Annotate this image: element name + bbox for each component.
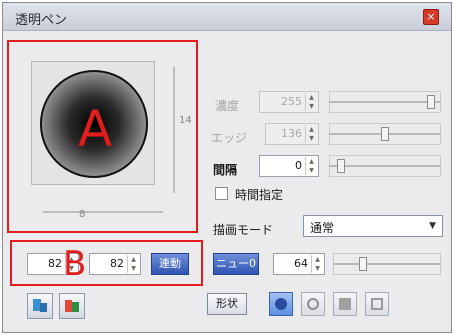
edge-spinner[interactable]: 136 ▲ ▼ [265,123,319,145]
annotation-label-b: B [63,244,87,284]
pen-tool-icon[interactable] [27,293,53,319]
time-spec-label: 時間指定 [235,188,284,202]
spin-arrows-icon[interactable]: ▲ ▼ [305,125,317,143]
slider-thumb[interactable] [359,257,367,271]
shape-label: 形状 [207,293,247,315]
edge-label: エッジ [211,131,248,145]
circle-glyph [275,298,287,310]
new-button[interactable]: ニュー0 [213,253,259,275]
slider-thumb[interactable] [427,95,435,109]
density-label: 濃度 [215,99,240,113]
new-slider[interactable] [333,253,441,275]
slider-thumb[interactable] [381,127,389,141]
density-slider[interactable] [329,91,441,113]
circle-shape-icon[interactable] [269,292,293,316]
slider-thumb[interactable] [337,159,345,173]
interval-slider[interactable] [329,155,441,177]
title-bar: 透明ペン × [3,3,451,31]
slider-track [333,263,441,265]
dropdown-arrow-icon: ▼ [429,221,436,231]
slider-track [329,101,441,103]
new-value-spinner[interactable]: 64 ▲ ▼ [273,253,325,275]
ring-glyph [307,298,319,310]
outline-square-glyph [371,298,383,310]
draw-mode-label: 描画モード [213,223,274,237]
square-glyph [339,298,351,310]
density-spinner[interactable]: 255 ▲ ▼ [259,91,319,113]
interval-value: 0 [295,159,302,172]
draw-mode-select[interactable]: 通常 ▼ [303,215,443,237]
interval-spinner[interactable]: 0 ▲ ▼ [259,155,319,177]
outline-square-shape-icon[interactable] [365,292,389,316]
color-tool-icon[interactable] [59,293,85,319]
window-title: 透明ペン [15,13,68,28]
new-value: 64 [294,257,308,270]
edge-slider[interactable] [329,123,441,145]
square-shape-icon[interactable] [333,292,357,316]
close-icon[interactable]: × [423,9,439,25]
annotation-label-a: A [78,100,113,158]
spin-arrows-icon[interactable]: ▲ ▼ [311,255,323,273]
annotation-box-b [10,240,203,286]
spin-arrows-icon[interactable]: ▲ ▼ [305,157,317,175]
spin-arrows-icon[interactable]: ▲ ▼ [305,93,317,111]
time-spec-checkbox[interactable] [215,187,228,200]
slider-track [329,165,441,167]
ring-shape-icon[interactable] [301,292,325,316]
draw-mode-value: 通常 [310,221,335,235]
edge-value: 136 [281,127,302,140]
interval-label: 間隔 [213,163,238,177]
density-value: 255 [281,95,302,108]
